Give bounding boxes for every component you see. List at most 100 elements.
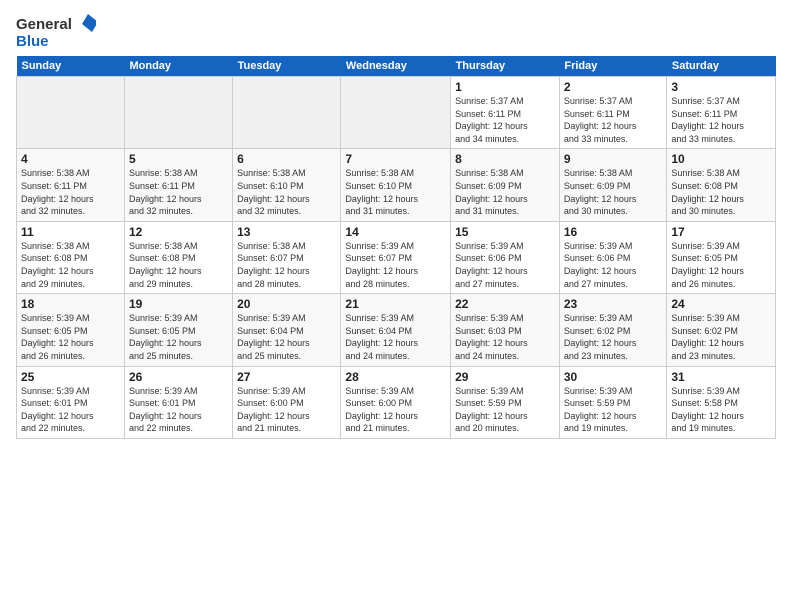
calendar-cell: 13Sunrise: 5:38 AM Sunset: 6:07 PM Dayli…: [233, 221, 341, 293]
day-info: Sunrise: 5:39 AM Sunset: 5:59 PM Dayligh…: [455, 385, 555, 435]
day-header-monday: Monday: [124, 56, 232, 77]
day-number: 31: [671, 370, 771, 384]
calendar-cell: 23Sunrise: 5:39 AM Sunset: 6:02 PM Dayli…: [559, 294, 667, 366]
calendar-cell: 17Sunrise: 5:39 AM Sunset: 6:05 PM Dayli…: [667, 221, 776, 293]
calendar-cell: 27Sunrise: 5:39 AM Sunset: 6:00 PM Dayli…: [233, 366, 341, 438]
calendar-cell: 21Sunrise: 5:39 AM Sunset: 6:04 PM Dayli…: [341, 294, 451, 366]
day-header-wednesday: Wednesday: [341, 56, 451, 77]
header-row: SundayMondayTuesdayWednesdayThursdayFrid…: [17, 56, 776, 77]
day-info: Sunrise: 5:39 AM Sunset: 6:00 PM Dayligh…: [237, 385, 336, 435]
day-header-friday: Friday: [559, 56, 667, 77]
calendar-cell: 26Sunrise: 5:39 AM Sunset: 6:01 PM Dayli…: [124, 366, 232, 438]
day-number: 15: [455, 225, 555, 239]
day-number: 25: [21, 370, 120, 384]
day-number: 16: [564, 225, 663, 239]
day-info: Sunrise: 5:39 AM Sunset: 6:03 PM Dayligh…: [455, 312, 555, 362]
calendar-cell: 30Sunrise: 5:39 AM Sunset: 5:59 PM Dayli…: [559, 366, 667, 438]
day-info: Sunrise: 5:37 AM Sunset: 6:11 PM Dayligh…: [564, 95, 663, 145]
day-info: Sunrise: 5:39 AM Sunset: 6:04 PM Dayligh…: [345, 312, 446, 362]
day-number: 3: [671, 80, 771, 94]
calendar-cell: [124, 77, 232, 149]
day-number: 18: [21, 297, 120, 311]
calendar-cell: [233, 77, 341, 149]
day-info: Sunrise: 5:39 AM Sunset: 6:00 PM Dayligh…: [345, 385, 446, 435]
calendar-cell: [17, 77, 125, 149]
calendar-cell: 8Sunrise: 5:38 AM Sunset: 6:09 PM Daylig…: [451, 149, 560, 221]
day-number: 22: [455, 297, 555, 311]
week-row: 25 Sunrise: 5:39 AM Sunset: 6:01 PM Dayli…: [17, 366, 776, 438]
calendar-cell: 14Sunrise: 5:39 AM Sunset: 6:07 PM Dayli…: [341, 221, 451, 293]
day-header-tuesday: Tuesday: [233, 56, 341, 77]
calendar-cell: 6Sunrise: 5:38 AM Sunset: 6:10 PM Daylig…: [233, 149, 341, 221]
day-number: 8: [455, 152, 555, 166]
day-info: Sunrise: 5:37 AM Sunset: 6:11 PM Dayligh…: [671, 95, 771, 145]
day-info: Sunrise: 5:39 AM Sunset: 6:02 PM Dayligh…: [671, 312, 771, 362]
day-info: Sunrise: 5:39 AM Sunset: 5:58 PM Dayligh…: [671, 385, 771, 435]
day-info: Sunrise: 5:39 AM Sunset: 6:07 PM Dayligh…: [345, 240, 446, 290]
day-number: 6: [237, 152, 336, 166]
day-info: Sunrise: 5:38 AM Sunset: 6:11 PM Dayligh…: [129, 167, 228, 217]
calendar-cell: 29Sunrise: 5:39 AM Sunset: 5:59 PM Dayli…: [451, 366, 560, 438]
calendar-cell: 9Sunrise: 5:38 AM Sunset: 6:09 PM Daylig…: [559, 149, 667, 221]
day-number: 1: [455, 80, 555, 94]
day-info: Sunrise: 5:38 AM Sunset: 6:08 PM Dayligh…: [21, 240, 120, 290]
day-number: 27: [237, 370, 336, 384]
calendar-cell: 22Sunrise: 5:39 AM Sunset: 6:03 PM Dayli…: [451, 294, 560, 366]
calendar-cell: 2Sunrise: 5:37 AM Sunset: 6:11 PM Daylig…: [559, 77, 667, 149]
day-info: Sunrise: 5:39 AM Sunset: 6:06 PM Dayligh…: [455, 240, 555, 290]
day-info: Sunrise: 5:38 AM Sunset: 6:08 PM Dayligh…: [671, 167, 771, 217]
day-number: 11: [21, 225, 120, 239]
day-number: 7: [345, 152, 446, 166]
day-info: Sunrise: 5:39 AM Sunset: 6:02 PM Dayligh…: [564, 312, 663, 362]
day-info: Sunrise: 5:39 AM Sunset: 6:04 PM Dayligh…: [237, 312, 336, 362]
calendar-cell: [341, 77, 451, 149]
calendar-table: SundayMondayTuesdayWednesdayThursdayFrid…: [16, 56, 776, 439]
calendar-cell: 31Sunrise: 5:39 AM Sunset: 5:58 PM Dayli…: [667, 366, 776, 438]
day-info: Sunrise: 5:39 AM Sunset: 6:01 PM Dayligh…: [129, 385, 228, 435]
day-header-saturday: Saturday: [667, 56, 776, 77]
week-row: 18 Sunrise: 5:39 AM Sunset: 6:05 PM Dayli…: [17, 294, 776, 366]
calendar-cell: 24Sunrise: 5:39 AM Sunset: 6:02 PM Dayli…: [667, 294, 776, 366]
day-info: Sunrise: 5:37 AM Sunset: 6:11 PM Dayligh…: [455, 95, 555, 145]
calendar-cell: 10Sunrise: 5:38 AM Sunset: 6:08 PM Dayli…: [667, 149, 776, 221]
day-number: 28: [345, 370, 446, 384]
day-number: 24: [671, 297, 771, 311]
day-header-sunday: Sunday: [17, 56, 125, 77]
week-row: 4Sunrise: 5:38 AM Sunset: 6:11 PM Daylig…: [17, 149, 776, 221]
calendar-cell: 3Sunrise: 5:37 AM Sunset: 6:11 PM Daylig…: [667, 77, 776, 149]
day-header-thursday: Thursday: [451, 56, 560, 77]
day-number: 29: [455, 370, 555, 384]
week-row: 11Sunrise: 5:38 AM Sunset: 6:08 PM Dayli…: [17, 221, 776, 293]
calendar-cell: 7Sunrise: 5:38 AM Sunset: 6:10 PM Daylig…: [341, 149, 451, 221]
day-number: 4: [21, 152, 120, 166]
svg-text:General: General: [16, 16, 72, 33]
page: General Blue SundayMondayTuesdayWednesda…: [0, 0, 792, 612]
day-info: Sunrise: 5:38 AM Sunset: 6:09 PM Dayligh…: [564, 167, 663, 217]
week-row: 1Sunrise: 5:37 AM Sunset: 6:11 PM Daylig…: [17, 77, 776, 149]
day-number: 19: [129, 297, 228, 311]
calendar-cell: 15Sunrise: 5:39 AM Sunset: 6:06 PM Dayli…: [451, 221, 560, 293]
day-number: 23: [564, 297, 663, 311]
day-number: 14: [345, 225, 446, 239]
svg-text:Blue: Blue: [16, 33, 49, 50]
day-info: Sunrise: 5:38 AM Sunset: 6:10 PM Dayligh…: [345, 167, 446, 217]
day-number: 26: [129, 370, 228, 384]
day-info: Sunrise: 5:38 AM Sunset: 6:08 PM Dayligh…: [129, 240, 228, 290]
day-info: Sunrise: 5:38 AM Sunset: 6:10 PM Dayligh…: [237, 167, 336, 217]
calendar-cell: 16Sunrise: 5:39 AM Sunset: 6:06 PM Dayli…: [559, 221, 667, 293]
day-info: Sunrise: 5:38 AM Sunset: 6:07 PM Dayligh…: [237, 240, 336, 290]
calendar-cell: 18Sunrise: 5:39 AM Sunset: 6:05 PM Dayli…: [17, 294, 125, 366]
logo: General Blue: [16, 12, 96, 50]
calendar-cell: 11Sunrise: 5:38 AM Sunset: 6:08 PM Dayli…: [17, 221, 125, 293]
calendar-cell: 20Sunrise: 5:39 AM Sunset: 6:04 PM Dayli…: [233, 294, 341, 366]
calendar-cell: 19Sunrise: 5:39 AM Sunset: 6:05 PM Dayli…: [124, 294, 232, 366]
calendar-cell: 5Sunrise: 5:38 AM Sunset: 6:11 PM Daylig…: [124, 149, 232, 221]
day-number: 30: [564, 370, 663, 384]
day-info: Sunrise: 5:38 AM Sunset: 6:11 PM Dayligh…: [21, 167, 120, 217]
day-info: Sunrise: 5:39 AM Sunset: 6:05 PM Dayligh…: [129, 312, 228, 362]
calendar-cell: 4Sunrise: 5:38 AM Sunset: 6:11 PM Daylig…: [17, 149, 125, 221]
logo-svg: General Blue: [16, 12, 96, 50]
calendar-cell: 1Sunrise: 5:37 AM Sunset: 6:11 PM Daylig…: [451, 77, 560, 149]
day-info: Sunrise: 5:39 AM Sunset: 5:59 PM Dayligh…: [564, 385, 663, 435]
day-number: 5: [129, 152, 228, 166]
